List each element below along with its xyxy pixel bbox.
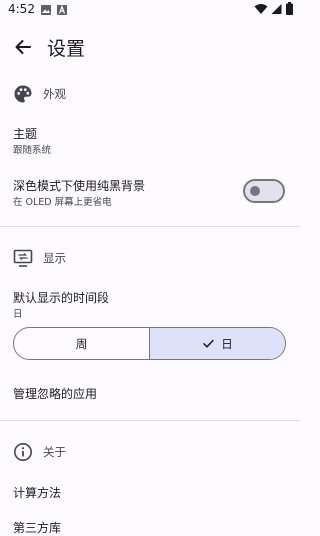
pref-calc-method[interactable]: 计算方法 <box>0 475 300 509</box>
segment-week[interactable]: 周 <box>14 328 149 359</box>
top-app-bar: 设置 <box>0 22 300 72</box>
wifi-icon <box>254 4 268 14</box>
pref-theme[interactable]: 主题 跟随系统 <box>0 118 300 162</box>
status-time: 4:52 <box>8 2 35 16</box>
divider <box>0 226 300 227</box>
pref-theme-summary: 跟随系统 <box>13 145 52 156</box>
pref-third-party[interactable]: 第三方库 <box>0 511 300 535</box>
check-icon <box>203 339 214 348</box>
display-icon <box>13 249 33 267</box>
signal-icon <box>271 4 282 14</box>
segment-week-label: 周 <box>75 336 88 351</box>
pref-default-period: 默认显示的时间段 日 <box>0 282 300 322</box>
pref-default-period-title: 默认显示的时间段 <box>13 291 110 305</box>
section-about-header: 关于 <box>0 437 300 467</box>
status-bar: 4:52 <box>0 0 300 22</box>
segment-day[interactable]: 日 <box>149 328 285 359</box>
pref-black-background-title: 深色模式下使用纯黑背景 <box>13 179 146 193</box>
segment-day-label: 日 <box>221 336 233 351</box>
black-background-switch[interactable] <box>243 179 285 203</box>
page-title: 设置 <box>47 38 86 60</box>
pref-calc-method-title: 计算方法 <box>13 486 62 500</box>
info-icon <box>14 443 32 461</box>
gallery-icon <box>41 5 51 15</box>
back-button[interactable] <box>10 34 36 60</box>
pref-black-background-summary: 在 OLED 屏幕上更省电 <box>13 197 112 208</box>
pref-ignored-apps[interactable]: 管理忽略的应用 <box>0 376 300 410</box>
pref-default-period-summary: 日 <box>13 309 23 320</box>
pref-ignored-apps-title: 管理忽略的应用 <box>13 387 98 401</box>
section-appearance-label: 外观 <box>43 87 66 101</box>
period-segmented-button: 周 日 <box>13 327 286 360</box>
battery-icon <box>286 2 293 15</box>
text-a-icon <box>57 4 67 15</box>
section-display-header: 显示 <box>0 243 300 273</box>
pref-theme-title: 主题 <box>13 127 38 141</box>
switch-thumb <box>250 186 260 196</box>
section-appearance-header: 外观 <box>0 79 300 109</box>
section-about-label: 关于 <box>43 445 66 459</box>
pref-third-party-title: 第三方库 <box>13 521 62 535</box>
palette-icon <box>14 85 32 103</box>
arrow-back-icon <box>15 40 31 54</box>
section-display-label: 显示 <box>43 251 66 265</box>
divider <box>0 420 300 421</box>
